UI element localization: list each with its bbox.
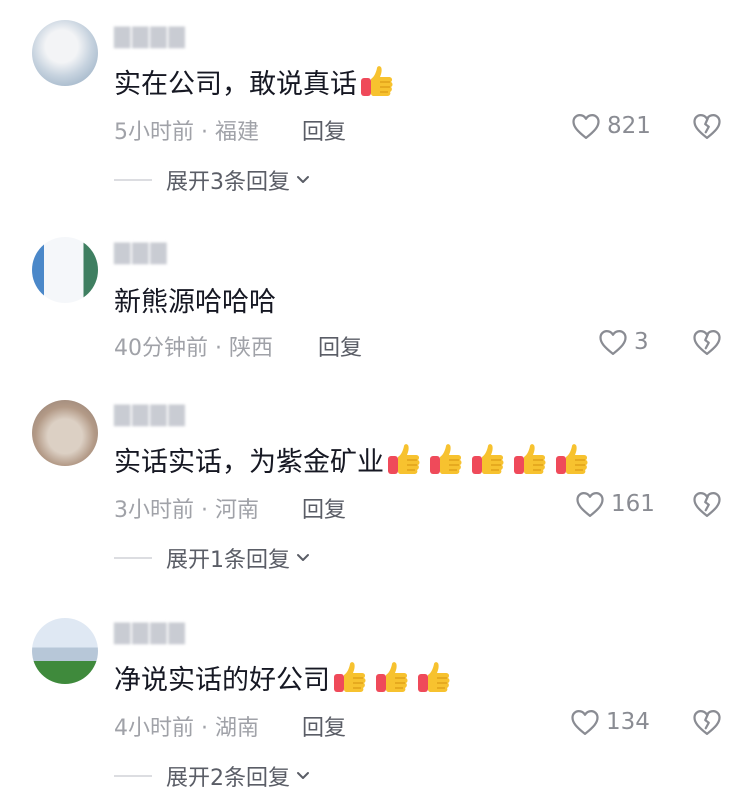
- reply-button[interactable]: 回复: [302, 114, 346, 146]
- dislike-button[interactable]: [692, 112, 722, 144]
- like-button[interactable]: 134: [570, 708, 650, 736]
- comment-text: 净说实话的好公司: [114, 658, 458, 697]
- username[interactable]: ▇▇▇▇: [114, 620, 187, 644]
- expand-replies-button[interactable]: 展开3条回复: [114, 164, 310, 196]
- expand-replies-label: 展开2条回复: [166, 766, 290, 791]
- username[interactable]: ▇▇▇▇: [114, 402, 187, 426]
- expand-replies-label: 展开3条回复: [166, 170, 290, 195]
- reply-button[interactable]: 回复: [302, 710, 346, 742]
- thumbs-up-emoji: [332, 660, 370, 696]
- heart-outline-icon: [572, 114, 600, 139]
- comment-meta: 40分钟前 · 陕西: [114, 336, 273, 361]
- dislike-button[interactable]: [692, 328, 722, 360]
- reply-button[interactable]: 回复: [318, 330, 362, 362]
- broken-heart-icon: [693, 330, 721, 355]
- expand-replies-button[interactable]: 展开1条回复: [114, 542, 310, 574]
- avatar[interactable]: [32, 20, 98, 86]
- chevron-down-icon: [297, 176, 309, 183]
- thumbs-up-emoji-group: [332, 660, 458, 696]
- comment-text: 实话实话，为紫金矿业: [114, 440, 596, 479]
- reply-button[interactable]: 回复: [302, 492, 346, 524]
- thumbs-up-emoji: [374, 660, 412, 696]
- dislike-button[interactable]: [692, 490, 722, 522]
- broken-heart-icon: [693, 114, 721, 139]
- comment-meta: 5小时前 · 福建: [114, 120, 259, 145]
- comment-meta: 3小时前 · 河南: [114, 498, 259, 523]
- thumbs-up-emoji: [416, 660, 454, 696]
- avatar[interactable]: [32, 618, 98, 684]
- thumbs-up-emoji: [470, 442, 508, 478]
- expand-replies-label: 展开1条回复: [166, 548, 290, 573]
- chevron-down-icon: [297, 772, 309, 779]
- like-count: 821: [607, 113, 651, 139]
- thumbs-up-emoji-group: [359, 64, 401, 100]
- comment-meta: 4小时前 · 湖南: [114, 716, 259, 741]
- heart-outline-icon: [599, 330, 627, 355]
- expand-divider: [114, 179, 152, 181]
- chevron-down-icon: [297, 554, 309, 561]
- comment-text-content: 实在公司，敢说真话: [114, 69, 357, 100]
- comment-text: 实在公司，敢说真话: [114, 62, 401, 101]
- thumbs-up-emoji: [512, 442, 550, 478]
- like-button[interactable]: 821: [571, 112, 651, 140]
- like-count: 134: [606, 709, 650, 735]
- username[interactable]: ▇▇▇: [114, 240, 168, 264]
- broken-heart-icon: [693, 710, 721, 735]
- thumbs-up-emoji: [428, 442, 466, 478]
- avatar[interactable]: [32, 400, 98, 466]
- avatar[interactable]: [32, 237, 98, 303]
- thumbs-up-emoji: [554, 442, 592, 478]
- thumbs-up-emoji-group: [386, 442, 596, 478]
- thumbs-up-emoji: [386, 442, 424, 478]
- expand-divider: [114, 775, 152, 777]
- dislike-button[interactable]: [692, 708, 722, 740]
- expand-replies-button[interactable]: 展开2条回复: [114, 760, 310, 792]
- username[interactable]: ▇▇▇▇: [114, 24, 187, 48]
- comment-text-content: 净说实话的好公司: [114, 665, 330, 696]
- expand-divider: [114, 557, 152, 559]
- comment-text: 新熊源哈哈哈: [114, 280, 276, 319]
- heart-outline-icon: [576, 492, 604, 517]
- like-count: 3: [634, 329, 649, 355]
- comment-text-content: 实话实话，为紫金矿业: [114, 447, 384, 478]
- comment-text-content: 新熊源哈哈哈: [114, 287, 276, 318]
- heart-outline-icon: [571, 710, 599, 735]
- like-button[interactable]: 3: [598, 328, 649, 356]
- like-button[interactable]: 161: [575, 490, 655, 518]
- thumbs-up-emoji: [359, 64, 397, 100]
- like-count: 161: [611, 491, 655, 517]
- broken-heart-icon: [693, 492, 721, 517]
